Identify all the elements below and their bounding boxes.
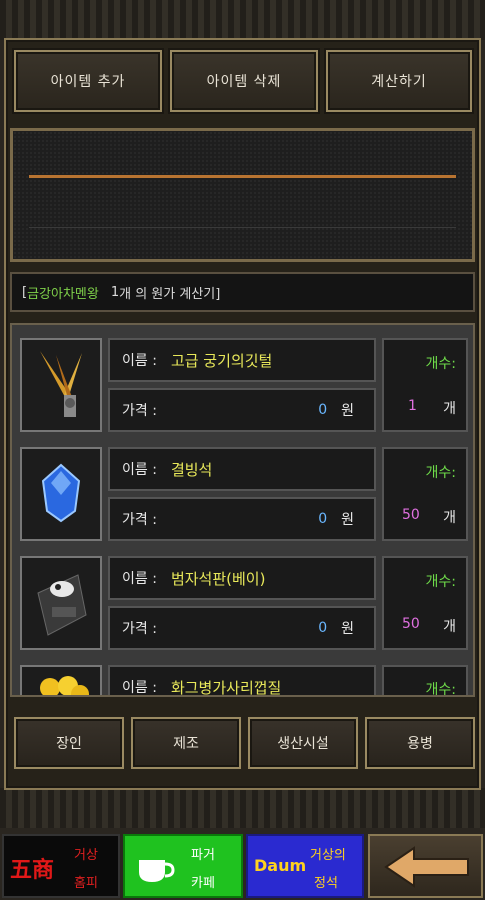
tab-mercenary-label: 용병 (407, 736, 433, 752)
bottom-border-pattern (0, 788, 485, 828)
display-divider (29, 227, 456, 228)
item-name: 결빙석 (170, 460, 213, 479)
item-name: 범자석판(베이) (170, 569, 266, 588)
item-name-cell: 이름 : 고급 궁기의깃털 (108, 338, 376, 382)
name-label: 이름 : (122, 462, 157, 478)
display-accent-line (29, 175, 456, 178)
tab-manufacture-label: 제조 (173, 736, 199, 752)
unit-label: 개 (443, 509, 456, 526)
ad-text: 거상의 (310, 848, 346, 863)
item-price-cell[interactable]: 가격 : 0 원 (108, 497, 376, 541)
ad-text: 거상 (74, 848, 98, 863)
item-count: 50 (402, 506, 420, 523)
cafe-link[interactable]: 파거 카페 (123, 834, 243, 898)
item-name: 고급 궁기의깃털 (170, 351, 273, 370)
geosang-logo: 五商 (10, 857, 55, 883)
item-price-cell[interactable]: 가격 : 0 원 (108, 606, 376, 650)
list-item[interactable]: 이름 : 결빙석 가격 : 0 원 개수: 50 개 (20, 442, 468, 546)
item-count-cell[interactable]: 개수: 50 개 (382, 556, 468, 650)
delete-item-button[interactable]: 아이템 삭제 (170, 50, 318, 112)
result-display (10, 128, 475, 262)
count-label: 개수: (425, 682, 456, 697)
won-label: 원 (341, 512, 354, 528)
count-label: 개수: (425, 355, 456, 372)
name-label: 이름 : (122, 680, 157, 696)
list-item[interactable]: 이름 : 화그병가사리껍질 개수: (20, 660, 468, 697)
stone-tablet-icon (20, 556, 102, 650)
item-price: 0 (318, 511, 328, 527)
item-count: 50 (402, 615, 420, 632)
item-name-cell: 이름 : 범자석판(베이) (108, 556, 376, 600)
unit-label: 개 (443, 400, 456, 417)
won-label: 원 (341, 403, 354, 419)
item-count: 1 (408, 397, 417, 414)
item-count-cell[interactable]: 개수: 1 개 (382, 338, 468, 432)
item-list[interactable]: 이름 : 고급 궁기의깃털 가격 : 0 원 개수: 1 개 이름 : 결빙석 (10, 323, 475, 697)
tab-artisan-label: 장인 (56, 736, 82, 752)
calculate-button[interactable]: 계산하기 (326, 50, 472, 112)
name-label: 이름 : (122, 571, 157, 587)
geosang-homepage-link[interactable]: 五商 거상 홈피 (2, 834, 120, 898)
back-arrow-icon (384, 846, 470, 892)
item-price: 0 (318, 402, 328, 418)
ad-text: 카페 (191, 876, 215, 891)
blue-gem-icon (20, 447, 102, 541)
item-price-cell[interactable]: 가격 : 0 원 (108, 388, 376, 432)
add-item-button[interactable]: 아이템 추가 (14, 50, 162, 112)
daum-link[interactable]: Daum 거상의 정석 (246, 834, 364, 898)
item-name-cell: 이름 : 결빙석 (108, 447, 376, 491)
tab-mercenary[interactable]: 용병 (365, 717, 475, 769)
info-count: 1 (110, 284, 120, 300)
tab-manufacture[interactable]: 제조 (131, 717, 241, 769)
item-name-cell: 이름 : 화그병가사리껍질 (108, 665, 376, 697)
ad-text: 정석 (314, 876, 338, 891)
won-label: 원 (341, 621, 354, 637)
info-bar: [ 금강아차멘왕 1 개 의 원가 계산기] (10, 272, 475, 312)
item-count-cell[interactable]: 개수: (382, 665, 468, 697)
count-label: 개수: (425, 573, 456, 590)
list-item[interactable]: 이름 : 범자석판(베이) 가격 : 0 원 개수: 50 개 (20, 551, 468, 655)
feather-icon (20, 338, 102, 432)
info-suffix: 개 의 원가 계산기] (119, 286, 221, 302)
ad-text: 파거 (191, 848, 215, 863)
price-label: 가격 : (122, 512, 157, 528)
add-item-label: 아이템 추가 (50, 74, 126, 90)
unit-label: 개 (443, 618, 456, 635)
price-label: 가격 : (122, 621, 157, 637)
calculate-label: 계산하기 (371, 74, 427, 90)
yellow-flower-icon (20, 665, 102, 695)
item-price: 0 (318, 620, 328, 636)
ad-text: 홈피 (74, 876, 98, 891)
price-label: 가격 : (122, 403, 157, 419)
list-item[interactable]: 이름 : 고급 궁기의깃털 가격 : 0 원 개수: 1 개 (20, 333, 468, 437)
back-button[interactable] (368, 834, 483, 898)
name-label: 이름 : (122, 353, 157, 369)
coffee-cup-icon (135, 850, 175, 890)
info-location: 금강아차멘왕 (27, 286, 99, 302)
daum-logo: Daum (254, 856, 307, 875)
tab-artisan[interactable]: 장인 (14, 717, 124, 769)
item-count-cell[interactable]: 개수: 50 개 (382, 447, 468, 541)
tab-production-facility[interactable]: 생산시설 (248, 717, 358, 769)
delete-item-label: 아이템 삭제 (206, 74, 282, 90)
count-label: 개수: (425, 464, 456, 481)
top-border-pattern (0, 0, 485, 40)
item-name: 화그병가사리껍질 (170, 678, 282, 697)
tab-production-facility-label: 생산시설 (277, 736, 329, 752)
